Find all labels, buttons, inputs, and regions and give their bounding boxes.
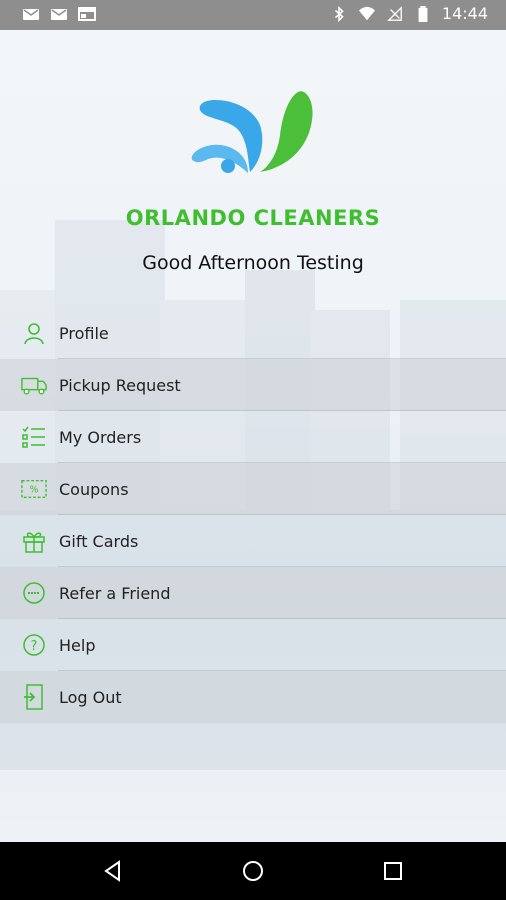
menu-item-coupons[interactable]: % Coupons — [0, 463, 506, 515]
no-signal-icon — [387, 5, 402, 21]
notification-icons — [22, 6, 96, 22]
menu-item-label: Refer a Friend — [59, 583, 171, 603]
logout-icon — [21, 684, 47, 710]
menu-item-label: My Orders — [59, 427, 142, 447]
menu-item-help[interactable]: ? Help — [0, 619, 506, 671]
back-icon[interactable] — [101, 859, 125, 883]
menu-item-pickup-request[interactable]: Pickup Request — [0, 359, 506, 411]
status-time: 14:44 — [441, 4, 488, 23]
system-navigation-bar — [0, 842, 506, 900]
recents-icon[interactable] — [381, 859, 405, 883]
menu-item-my-orders[interactable]: My Orders — [0, 411, 506, 463]
menu-item-label: Log Out — [59, 687, 122, 707]
drawer-menu: Profile Pickup Request My Orders % Coupo… — [0, 307, 506, 723]
orlando-cleaners-logo — [191, 91, 313, 173]
system-icons: 14:44 — [330, 4, 488, 23]
notification-window-icon — [78, 7, 96, 21]
status-bar: 14:44 — [0, 0, 506, 30]
menu-item-label: Pickup Request — [59, 375, 181, 395]
home-icon[interactable] — [241, 859, 265, 883]
menu-item-refer-a-friend[interactable]: Refer a Friend — [0, 567, 506, 619]
svg-text:%: % — [30, 485, 39, 496]
truck-icon — [21, 372, 47, 398]
navigation-drawer: ORLANDO CLEANERS Good Afternoon Testing … — [0, 30, 506, 842]
menu-item-label: Profile — [59, 323, 109, 343]
battery-icon — [418, 5, 428, 22]
wifi-icon — [358, 6, 375, 20]
notification-mail-icon — [23, 9, 39, 20]
menu-item-label: Coupons — [59, 479, 129, 499]
svg-text:?: ? — [31, 639, 38, 654]
gift-icon — [21, 528, 47, 554]
menu-item-label: Help — [59, 635, 96, 655]
list-icon — [21, 424, 47, 450]
coupon-icon: % — [21, 476, 47, 502]
menu-item-gift-cards[interactable]: Gift Cards — [0, 515, 506, 567]
bluetooth-icon — [334, 5, 344, 22]
user-icon — [21, 320, 47, 346]
greeting-text: Good Afternoon Testing — [142, 252, 364, 274]
help-icon: ? — [21, 632, 47, 658]
notification-mail-icon — [51, 9, 67, 20]
menu-item-log-out[interactable]: Log Out — [0, 671, 506, 723]
refer-icon — [21, 580, 47, 606]
menu-item-profile[interactable]: Profile — [0, 307, 506, 359]
menu-item-label: Gift Cards — [59, 531, 139, 551]
brand-name: ORLANDO CLEANERS — [125, 206, 381, 230]
